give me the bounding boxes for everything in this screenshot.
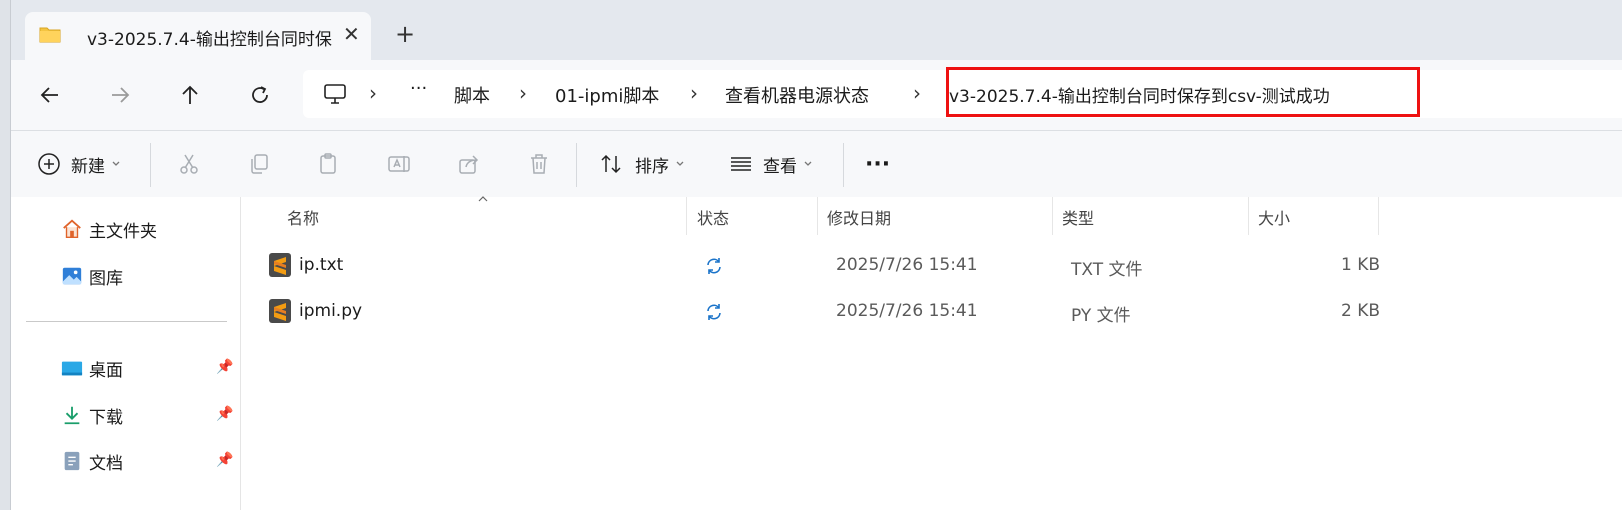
download-icon: [64, 406, 80, 425]
breadcrumb-separator: ›: [369, 81, 377, 105]
more-options-button[interactable]: ···: [865, 131, 890, 197]
sidebar-item-label: 文档: [89, 453, 123, 474]
breadcrumb-separator: ›: [690, 81, 698, 105]
plus-circle-icon: [38, 153, 60, 175]
share-icon[interactable]: [457, 152, 481, 176]
toolbar-divider: [576, 143, 577, 187]
breadcrumb-item[interactable]: 查看机器电源状态: [725, 82, 869, 108]
column-divider[interactable]: [1052, 197, 1053, 235]
sync-status-icon: [707, 258, 721, 274]
chevron-down-icon: [676, 161, 684, 166]
close-tab-icon[interactable]: ✕: [343, 22, 360, 46]
column-divider[interactable]: [686, 197, 687, 235]
file-modified: 2025/7/26 15:41: [836, 255, 978, 275]
forward-button[interactable]: [105, 80, 135, 110]
forward-arrow-icon: [112, 87, 130, 103]
new-label: 新建: [71, 156, 105, 177]
back-button[interactable]: [35, 80, 65, 110]
column-divider[interactable]: [1248, 197, 1249, 235]
view-button[interactable]: 查看: [729, 131, 813, 197]
view-list-icon: [731, 157, 751, 171]
sublime-file-icon: [269, 253, 291, 277]
breadcrumb-item[interactable]: 脚本: [454, 82, 490, 108]
sidebar-item-label: 主文件夹: [89, 221, 157, 242]
sidebar-item-label: 下载: [89, 407, 123, 428]
sidebar-item-downloads[interactable]: 下载: [61, 400, 123, 430]
column-status[interactable]: 状态: [697, 205, 729, 229]
tab-current-folder[interactable]: v3-2025.7.4-输出控制台同时保 ✕: [25, 12, 371, 60]
sort-icon: [601, 154, 621, 174]
breadcrumb-separator: ›: [913, 81, 921, 105]
cut-icon[interactable]: [177, 152, 201, 176]
column-name[interactable]: 名称: [287, 205, 319, 229]
chevron-down-icon: [804, 161, 812, 166]
toolbar-divider: [843, 143, 844, 187]
sidebar-item-label: 图库: [89, 268, 123, 289]
column-modified[interactable]: 修改日期: [827, 205, 891, 229]
new-tab-button[interactable]: +: [395, 20, 415, 48]
sort-ascending-icon: [478, 196, 488, 202]
up-button[interactable]: [175, 80, 205, 110]
gallery-icon: [62, 267, 82, 285]
column-header-row: 名称 状态 修改日期 类型 大小: [241, 196, 1389, 235]
column-divider[interactable]: [1378, 197, 1379, 235]
pin-icon[interactable]: 📌: [216, 452, 233, 468]
tab-title: v3-2025.7.4-输出控制台同时保: [87, 30, 332, 50]
sort-label: 排序: [635, 156, 669, 177]
file-modified: 2025/7/26 15:41: [836, 301, 978, 321]
sidebar-divider: [26, 321, 227, 322]
sort-button[interactable]: 排序: [599, 131, 685, 197]
file-name[interactable]: ip.txt: [299, 255, 343, 275]
sublime-file-icon: [269, 299, 291, 323]
paste-icon[interactable]: [317, 152, 341, 176]
sidebar-item-home[interactable]: 主文件夹: [61, 214, 157, 244]
file-type: TXT 文件: [1071, 260, 1143, 280]
rename-icon[interactable]: [387, 152, 411, 176]
breadcrumb-separator: ›: [519, 81, 527, 105]
desktop-icon: [61, 361, 83, 376]
content-area: 主文件夹 图库 桌面 📌 下载 📌 文档 📌 名称 状态 修改日期 类型 大小 …: [11, 196, 1622, 510]
toolbar-divider: [150, 143, 151, 187]
column-type[interactable]: 类型: [1062, 205, 1094, 229]
pin-icon[interactable]: 📌: [216, 359, 233, 375]
delete-icon[interactable]: [527, 152, 551, 176]
home-icon: [63, 219, 81, 238]
sidebar-item-documents[interactable]: 文档: [61, 446, 123, 476]
new-button[interactable]: 新建: [37, 131, 121, 197]
annotation-highlight-box: [946, 67, 1420, 117]
sidebar-item-gallery[interactable]: 图库: [61, 261, 123, 291]
column-size[interactable]: 大小: [1258, 205, 1290, 229]
breadcrumb-more[interactable]: ···: [410, 78, 427, 99]
command-bar: 新建 排序 查看 ···: [11, 130, 1622, 198]
back-arrow-icon: [40, 87, 58, 103]
chevron-down-icon: [112, 161, 120, 166]
computer-icon: [324, 84, 346, 104]
refresh-button[interactable]: [245, 80, 275, 110]
sync-status-icon: [707, 304, 721, 320]
sidebar-item-label: 桌面: [89, 360, 123, 381]
tab-bar: v3-2025.7.4-输出控制台同时保 ✕ +: [11, 0, 1622, 60]
file-type: PY 文件: [1071, 306, 1131, 326]
up-arrow-icon: [182, 85, 198, 104]
documents-icon: [64, 451, 80, 471]
folder-icon: [39, 27, 61, 43]
column-divider[interactable]: [817, 197, 818, 235]
file-size: 1 KB: [1341, 255, 1381, 275]
refresh-icon: [252, 86, 268, 103]
breadcrumb-item[interactable]: 01-ipmi脚本: [555, 82, 659, 108]
file-size: 2 KB: [1341, 301, 1381, 321]
file-row[interactable]: ipmi.py 2025/7/26 15:41 PY 文件 2 KB: [269, 293, 1381, 333]
sidebar-item-desktop[interactable]: 桌面: [61, 353, 123, 383]
view-label: 查看: [763, 156, 797, 177]
navigation-pane: 主文件夹 图库 桌面 📌 下载 📌 文档 📌: [11, 197, 241, 510]
copy-icon[interactable]: [247, 152, 271, 176]
file-row[interactable]: ip.txt 2025/7/26 15:41 TXT 文件 1 KB: [269, 247, 1381, 287]
file-name[interactable]: ipmi.py: [299, 301, 362, 321]
explorer-window: v3-2025.7.4-输出控制台同时保 ✕ + › ··· 脚本 › 01-i…: [10, 0, 1622, 510]
pin-icon[interactable]: 📌: [216, 406, 233, 422]
